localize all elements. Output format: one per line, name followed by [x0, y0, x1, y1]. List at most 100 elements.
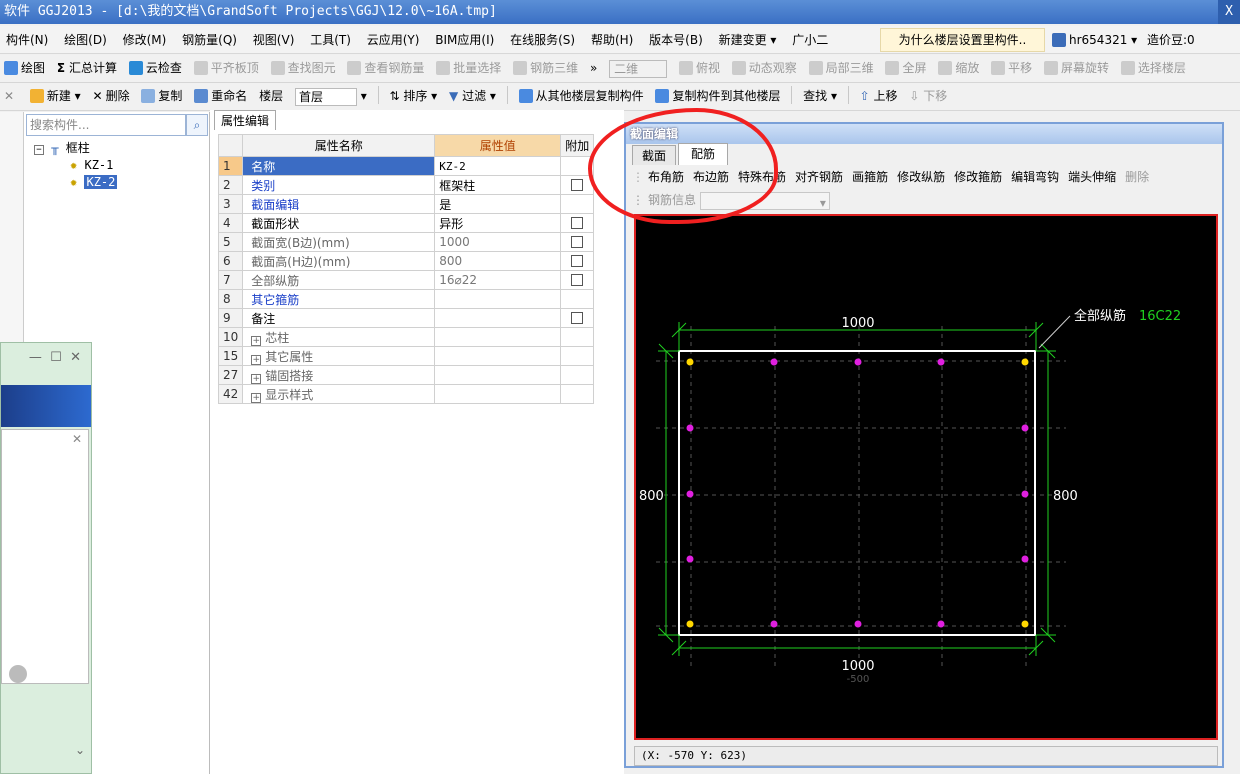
ad-banner-image[interactable]	[1, 385, 91, 427]
extra-checkbox[interactable]	[571, 274, 584, 286]
copy-from-icon	[518, 89, 533, 103]
corner-rebar	[1021, 620, 1029, 628]
menu-online[interactable]: 在线服务(S)	[504, 26, 581, 54]
expand-icon[interactable]: +	[251, 335, 262, 346]
delete-button[interactable]: 删除	[1125, 170, 1149, 184]
more-chevron-icon[interactable]: »	[586, 55, 601, 81]
table-row[interactable]: 9 备注	[217, 308, 595, 328]
collapse-left-icon[interactable]: ✕	[0, 83, 22, 109]
delete-button[interactable]: ✕ 删除	[89, 83, 134, 109]
section-drawing[interactable]: 1000 1000 -500 800 800 全部纵筋 16C22	[636, 216, 1216, 738]
search-icon[interactable]: ⌕	[186, 114, 208, 136]
table-row[interactable]: 1 名称 KZ-2	[217, 156, 595, 176]
sort-button[interactable]: ⇅ 排序 ▾	[385, 83, 441, 109]
end-extend-button[interactable]: 端头伸缩	[1068, 170, 1116, 184]
select-floor-button[interactable]: 选择楼层	[1117, 55, 1190, 81]
top-view-button[interactable]: 俯视	[675, 55, 724, 81]
table-row[interactable]: 6 截面高(H边)(mm) 800	[217, 251, 595, 271]
summary-calc-button[interactable]: Σ 汇总计算	[53, 55, 121, 81]
extra-checkbox[interactable]	[571, 312, 584, 324]
draw-stirrup-button[interactable]: 画箍筋	[852, 170, 888, 184]
copy-to-floor-button[interactable]: 复制构件到其他楼层	[651, 83, 784, 109]
menu-draw[interactable]: 绘图(D)	[58, 26, 113, 54]
expand-icon[interactable]: +	[251, 392, 262, 403]
maximize-icon[interactable]: ☐	[50, 350, 62, 365]
draw-button[interactable]: 绘图	[0, 55, 49, 81]
extra-checkbox[interactable]	[571, 179, 584, 191]
zoom-button[interactable]: 缩放	[934, 55, 983, 81]
dynamic-view-button[interactable]: 动态观察	[728, 55, 801, 81]
table-row[interactable]: 3 截面编辑是	[217, 194, 595, 214]
dim-right: 800	[1053, 489, 1078, 504]
2d-dropdown[interactable]: 二维	[605, 55, 671, 81]
find-element-button[interactable]: 查找图元	[267, 55, 340, 81]
edit-stirrup-button[interactable]: 修改箍筋	[954, 170, 1002, 184]
edit-longitudinal-button[interactable]: 修改纵筋	[897, 170, 945, 184]
move-up-button[interactable]: ⇧ 上移	[856, 83, 902, 109]
chevron-down-icon[interactable]: ⌄	[75, 743, 85, 757]
table-row[interactable]: 7 全部纵筋 16⌀22	[217, 270, 595, 290]
collapse-icon[interactable]: −	[34, 145, 44, 155]
search-input[interactable]: 搜索构件...	[26, 114, 186, 136]
view-rebar-button[interactable]: 查看钢筋量	[343, 55, 428, 81]
table-row[interactable]: 15 + 其它属性	[217, 346, 595, 366]
menu-modify[interactable]: 修改(M)	[117, 26, 173, 54]
table-row[interactable]: 10 + 芯柱	[217, 327, 595, 347]
filter-button[interactable]: ▼ 过滤 ▾	[445, 83, 500, 109]
table-row[interactable]: 42 + 显示样式	[217, 384, 595, 404]
menu-view[interactable]: 视图(V)	[247, 26, 301, 54]
align-slab-top-button[interactable]: 平齐板顶	[190, 55, 263, 81]
table-row[interactable]: 8 其它箍筋	[217, 289, 595, 309]
edit-hook-button[interactable]: 编辑弯钩	[1011, 170, 1059, 184]
pan-button[interactable]: 平移	[987, 55, 1036, 81]
menu-bim[interactable]: BIM应用(I)	[429, 26, 500, 54]
rebar-3d-button[interactable]: 钢筋三维	[509, 55, 582, 81]
table-row[interactable]: 2 类别 框架柱	[217, 175, 595, 195]
username[interactable]: hr654321 ▾	[1069, 33, 1137, 47]
menu-help[interactable]: 帮助(H)	[585, 26, 639, 54]
separator	[791, 86, 793, 104]
move-down-button[interactable]: ⇩ 下移	[905, 83, 951, 109]
dim-bottom: 1000	[841, 659, 874, 674]
menu-new-change[interactable]: 新建变更 ▾	[713, 26, 783, 54]
align-rebar-button[interactable]: 对齐钢筋	[795, 170, 843, 184]
table-row[interactable]: 5 截面宽(B边)(mm) 1000	[217, 232, 595, 252]
floor-select[interactable]: 首层 ▾	[291, 83, 371, 109]
find-button[interactable]: 查找 ▾	[799, 83, 841, 109]
rename-button[interactable]: 重命名	[190, 83, 251, 109]
menu-tools[interactable]: 工具(T)	[304, 26, 357, 54]
tree-item-kz1[interactable]: ✹ KZ-1	[70, 156, 113, 174]
menu-component[interactable]: 构件(N)	[0, 26, 54, 54]
question-banner[interactable]: 为什么楼层设置里构件..	[880, 28, 1045, 52]
close-icon[interactable]: ✕	[2, 430, 88, 448]
zoom-in-icon[interactable]	[9, 665, 27, 683]
fullscreen-button[interactable]: 全屏	[881, 55, 930, 81]
close-button[interactable]: X	[1218, 0, 1240, 24]
expand-icon[interactable]: +	[251, 373, 262, 384]
menu-cloud[interactable]: 云应用(Y)	[361, 26, 426, 54]
extra-checkbox[interactable]	[571, 217, 584, 229]
tree-item-kz2[interactable]: ✹ KZ-2	[70, 173, 118, 191]
copy-from-floor-button[interactable]: 从其他楼层复制构件	[515, 83, 648, 109]
new-button[interactable]: 新建 ▾	[26, 83, 85, 109]
table-row[interactable]: 4 截面形状 异形	[217, 213, 595, 233]
close-icon[interactable]: ✕	[70, 350, 81, 365]
expand-icon[interactable]: +	[251, 354, 262, 365]
ad-content: ✕	[1, 429, 89, 684]
copy-button[interactable]: 复制	[137, 83, 186, 109]
tab-property-edit[interactable]: 属性编辑	[214, 110, 276, 130]
extra-checkbox[interactable]	[571, 236, 584, 248]
menu-version[interactable]: 版本号(B)	[643, 26, 709, 54]
table-row[interactable]: 27 + 锚固搭接	[217, 365, 595, 385]
menu-rebar-quantity[interactable]: 钢筋量(Q)	[176, 26, 243, 54]
section-canvas[interactable]: 1000 1000 -500 800 800 全部纵筋 16C22	[634, 214, 1218, 740]
extra-checkbox[interactable]	[571, 255, 584, 267]
menu-assistant[interactable]: 广小二	[786, 26, 834, 54]
local-3d-button[interactable]: 局部三维	[805, 55, 878, 81]
side-rebar	[686, 424, 694, 432]
minimize-icon[interactable]: —	[29, 350, 42, 365]
batch-select-button[interactable]: 批量选择	[432, 55, 505, 81]
tree-root[interactable]: − ╥ 框柱	[34, 139, 90, 157]
cloud-check-button[interactable]: 云检查	[125, 55, 186, 81]
rotate-button[interactable]: 屏幕旋转	[1040, 55, 1113, 81]
